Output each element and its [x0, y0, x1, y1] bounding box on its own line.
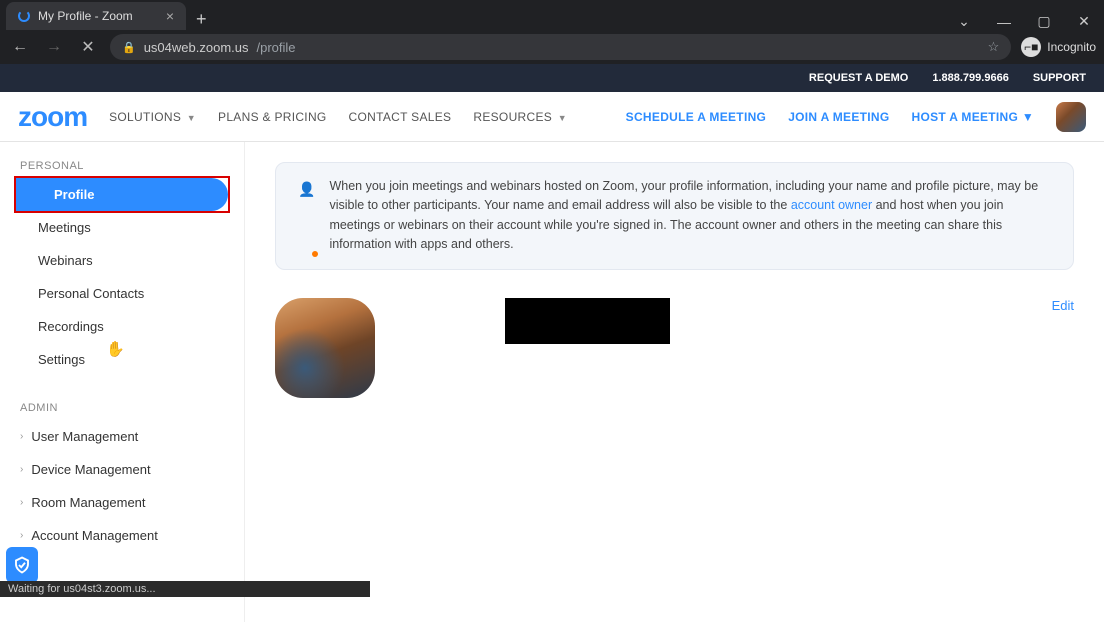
sidebar-item-meetings[interactable]: Meetings — [0, 211, 244, 244]
maximize-icon[interactable]: ▢ — [1024, 13, 1064, 30]
minimize-icon[interactable]: — — [984, 14, 1024, 30]
support-link[interactable]: SUPPORT — [1033, 72, 1086, 84]
address-bar[interactable]: 🔒 us04web.zoom.us/profile ☆ — [110, 34, 1011, 60]
browser-toolbar: ← → ✕ 🔒 us04web.zoom.us/profile ☆ ⌐■ Inc… — [0, 30, 1104, 64]
chevron-right-icon: › — [20, 464, 23, 475]
caret-down-icon: ▼ — [187, 113, 196, 123]
chevron-down-icon[interactable]: ⌄ — [944, 13, 984, 30]
url-path: /profile — [256, 40, 295, 55]
main-content: 👤 When you join meetings and webinars ho… — [245, 142, 1104, 622]
tab-title: My Profile - Zoom — [38, 9, 133, 23]
sidebar-item-user-management[interactable]: ›User Management — [0, 420, 244, 453]
browser-tab[interactable]: My Profile - Zoom × — [6, 2, 186, 30]
sidebar-section-admin: ADMIN — [0, 402, 244, 420]
shield-badge-icon[interactable] — [6, 547, 38, 583]
back-button[interactable]: ← — [8, 38, 32, 56]
profile-summary-row: Edit — [275, 298, 1074, 398]
browser-tab-strip: My Profile - Zoom × + ⌄ — ▢ ✕ — [0, 0, 1104, 30]
cursor-icon: ✋ — [106, 340, 125, 358]
sidebar-item-device-management[interactable]: ›Device Management — [0, 453, 244, 486]
url-host: us04web.zoom.us — [144, 40, 249, 55]
incognito-icon: ⌐■ — [1021, 37, 1041, 57]
chevron-right-icon: › — [20, 431, 23, 442]
stop-reload-button[interactable]: ✕ — [76, 37, 100, 57]
user-avatar[interactable] — [1056, 102, 1086, 132]
redacted-name-block — [505, 298, 670, 344]
browser-status-bar: Waiting for us04st3.zoom.us... — [0, 581, 370, 597]
top-banner: REQUEST A DEMO 1.888.799.9666 SUPPORT — [0, 64, 1104, 92]
sidebar-item-profile[interactable]: Profile — [16, 178, 228, 211]
notice-text: When you join meetings and webinars host… — [329, 177, 1051, 255]
nav-resources[interactable]: RESOURCES ▼ — [473, 110, 567, 124]
host-meeting-link[interactable]: HOST A MEETING ▼ — [912, 110, 1034, 124]
sidebar-item-room-management[interactable]: ›Room Management — [0, 486, 244, 519]
edit-profile-link[interactable]: Edit — [1052, 298, 1074, 313]
caret-down-icon: ▼ — [1022, 110, 1034, 124]
bookmark-star-icon[interactable]: ☆ — [988, 39, 1000, 55]
window-controls: ⌄ — ▢ ✕ — [944, 13, 1104, 30]
forward-button[interactable]: → — [42, 38, 66, 56]
sidebar-item-account-management[interactable]: ›Account Management — [0, 519, 244, 552]
close-tab-icon[interactable]: × — [166, 8, 174, 24]
phone-number[interactable]: 1.888.799.9666 — [932, 72, 1008, 84]
close-window-icon[interactable]: ✕ — [1064, 13, 1104, 30]
loading-spinner-icon — [18, 10, 30, 22]
incognito-indicator[interactable]: ⌐■ Incognito — [1021, 37, 1096, 57]
main-header: zoom SOLUTIONS ▼ PLANS & PRICING CONTACT… — [0, 92, 1104, 142]
nav-plans[interactable]: PLANS & PRICING — [218, 110, 327, 124]
join-meeting-link[interactable]: JOIN A MEETING — [788, 110, 889, 124]
person-info-icon: 👤 — [298, 179, 315, 255]
incognito-label: Incognito — [1047, 40, 1096, 54]
account-owner-link[interactable]: account owner — [791, 198, 872, 212]
nav-contact[interactable]: CONTACT SALES — [349, 110, 452, 124]
caret-down-icon: ▼ — [558, 113, 567, 123]
zoom-logo[interactable]: zoom — [18, 101, 87, 133]
profile-picture[interactable] — [275, 298, 375, 398]
sidebar-item-recordings[interactable]: Recordings — [0, 310, 244, 343]
chevron-right-icon: › — [20, 497, 23, 508]
schedule-meeting-link[interactable]: SCHEDULE A MEETING — [626, 110, 767, 124]
request-demo-link[interactable]: REQUEST A DEMO — [809, 72, 908, 84]
sidebar-item-personal-contacts[interactable]: Personal Contacts — [0, 277, 244, 310]
annotation-highlight: Profile — [14, 176, 230, 213]
sidebar-item-webinars[interactable]: Webinars — [0, 244, 244, 277]
nav-solutions[interactable]: SOLUTIONS ▼ — [109, 110, 196, 124]
profile-visibility-notice: 👤 When you join meetings and webinars ho… — [275, 162, 1074, 270]
status-text: Waiting for us04st3.zoom.us... — [8, 583, 156, 595]
lock-icon: 🔒 — [122, 41, 136, 54]
chevron-right-icon: › — [20, 530, 23, 541]
new-tab-button[interactable]: + — [186, 9, 217, 30]
